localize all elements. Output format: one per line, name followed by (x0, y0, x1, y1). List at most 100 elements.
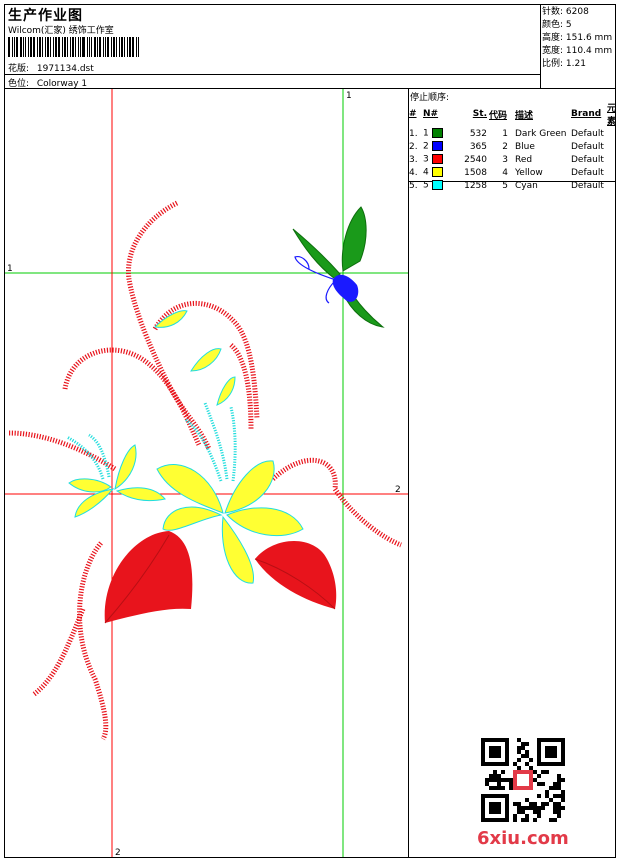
barcode-bar (28, 37, 30, 57)
qr-module (557, 774, 561, 778)
qr-module (497, 818, 501, 822)
barcode-bar (79, 37, 81, 57)
qr-module (517, 758, 521, 762)
qr-module (525, 774, 529, 778)
barcode-bar (32, 37, 35, 57)
barcode-bar (61, 37, 63, 57)
qr-module (525, 778, 529, 782)
barcode-bar (126, 37, 128, 57)
color-label: 色位: (8, 79, 30, 89)
qr-module (513, 774, 517, 778)
qr-module (521, 806, 525, 810)
qr-module (557, 762, 561, 766)
row-brand: Default (571, 128, 604, 139)
barcode-bar (97, 37, 98, 57)
qr-module (497, 750, 501, 754)
qr-module (561, 794, 565, 798)
barcode-bar (23, 37, 25, 57)
qr-module (557, 806, 561, 810)
row-description: Yellow (515, 167, 543, 178)
row-description: Dark Green (515, 128, 567, 139)
stat-value: 1.21 (565, 59, 586, 69)
row-code: 4 (502, 167, 508, 178)
qr-module (505, 742, 509, 746)
red-leaves (104, 531, 337, 624)
qr-module (533, 778, 537, 782)
qr-module (489, 794, 493, 798)
stats-panel: 针数: 6208 颜色: 5 高度: 151.6 mm 宽度: 110.4 mm… (542, 6, 612, 71)
qr-module (497, 738, 501, 742)
cyan-stamens (66, 402, 237, 482)
barcode-bar (102, 37, 104, 57)
qr-module (517, 782, 521, 786)
stat-height: 高度: 151.6 mm (542, 32, 612, 45)
qr-module (481, 750, 485, 754)
qr-module (497, 794, 501, 798)
page-title: 生产作业图 (8, 8, 83, 24)
frond-far-left (8, 430, 117, 472)
qr-module (505, 810, 509, 814)
barcode-bar (113, 37, 116, 57)
qr-module (489, 762, 493, 766)
barcode-bar (42, 37, 44, 57)
row-element (606, 179, 620, 192)
qr-module (505, 794, 509, 798)
row-index: 2. (409, 141, 418, 152)
qr-module (537, 750, 541, 754)
stat-value: 110.4 mm (565, 46, 613, 56)
qr-module (561, 798, 565, 802)
row-stitches: 365 (469, 141, 487, 152)
qr-module (553, 810, 557, 814)
row-brand: Default (571, 154, 604, 165)
qr-module (525, 814, 529, 818)
barcode-bar (13, 37, 15, 57)
stat-stitches: 针数: 6208 (542, 6, 612, 19)
thread-swatch (431, 154, 443, 165)
qr-module (501, 738, 505, 742)
qr-module (513, 814, 517, 818)
row-stitches: 532 (469, 128, 487, 139)
design-area: 1 1 2 2 (5, 89, 408, 857)
qr-module (549, 738, 553, 742)
qr-module (493, 770, 497, 774)
qr-module (489, 802, 493, 806)
thread-swatch (431, 167, 443, 178)
qr-module (557, 782, 561, 786)
barcode-bar (57, 37, 60, 57)
qr-module (521, 770, 525, 774)
qr-module (505, 802, 509, 806)
barcode-bar (70, 37, 72, 57)
frond-left-arc (62, 347, 202, 447)
qr-module (545, 746, 549, 750)
qr-module (537, 758, 541, 762)
barcode-bar (11, 37, 13, 57)
qr-module (493, 778, 497, 782)
qr-module (553, 782, 557, 786)
qr-module (505, 778, 509, 782)
qr-module (481, 810, 485, 814)
qr-module (545, 754, 549, 758)
qr-module (557, 738, 561, 742)
qr-module (529, 782, 533, 786)
qr-module (525, 782, 529, 786)
barcode-bar (111, 37, 113, 57)
qr-module (497, 786, 501, 790)
qr-module (545, 762, 549, 766)
qr-module (529, 770, 533, 774)
qr-module (485, 782, 489, 786)
stat-colors: 颜色: 5 (542, 19, 612, 32)
table-row: 4. 4 1508 4 Yellow Default (408, 166, 620, 179)
qr-module (505, 754, 509, 758)
barcode-bar (106, 37, 110, 57)
table-header-row: # N# St. 代码 描述 Brand 元素 (408, 101, 620, 127)
row-index: 5. (409, 180, 418, 191)
row-description: Cyan (515, 180, 538, 191)
qr-module (553, 818, 557, 822)
row-number: 3 (422, 153, 450, 166)
qr-module (553, 750, 557, 754)
qr-module (545, 750, 549, 754)
barcode-bar (89, 37, 91, 57)
barcode-bar (81, 37, 85, 57)
qr-module (517, 802, 521, 806)
qr-module (533, 802, 537, 806)
